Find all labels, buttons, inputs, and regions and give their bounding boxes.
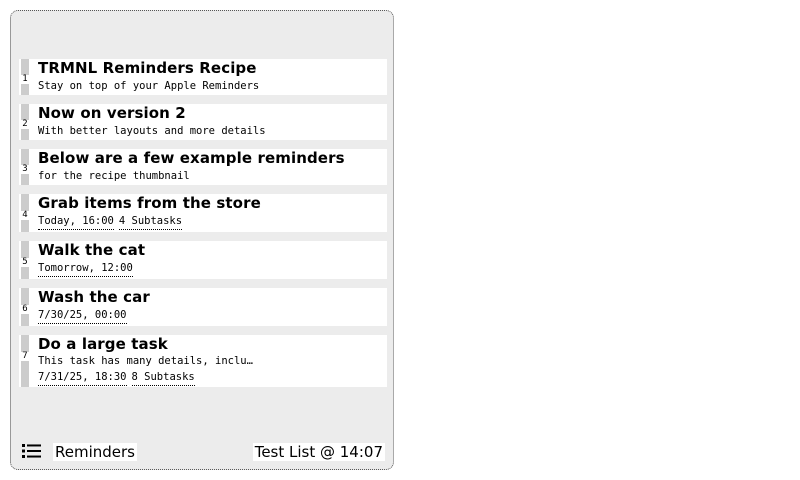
reminder-item[interactable]: 7 Do a large task This task has many det… xyxy=(19,335,387,387)
reminder-item[interactable]: 4 Grab items from the store Today, 16:00… xyxy=(19,194,387,232)
index-marker xyxy=(21,335,29,387)
reminder-index: 4 xyxy=(21,210,29,220)
reminder-item[interactable]: 1 TRMNL Reminders Recipe Stay on top of … xyxy=(19,59,387,95)
reminder-title: Walk the cat xyxy=(38,241,146,259)
reminder-notes: Stay on top of your Apple Reminders xyxy=(38,80,260,92)
screen: 1 TRMNL Reminders Recipe Stay on top of … xyxy=(0,0,800,480)
reminder-title: Do a large task xyxy=(38,335,168,353)
reminder-item[interactable]: 3 Below are a few example reminders for … xyxy=(19,149,387,185)
due-date-tag: Tomorrow, 12:00 xyxy=(38,262,133,277)
subtasks-tag: 4 Subtasks xyxy=(118,215,183,230)
reminder-tags: Today, 16:00 4 Subtasks xyxy=(38,215,187,230)
reminder-tags: Tomorrow, 12:00 xyxy=(38,262,138,277)
reminder-item[interactable]: 5 Walk the cat Tomorrow, 12:00 xyxy=(19,241,387,279)
reminder-notes: With better layouts and more details xyxy=(38,125,266,137)
title-bar: Reminders Test List @ 14:07 xyxy=(11,437,393,469)
list-and-time: Test List @ 14:07 xyxy=(252,443,385,461)
reminder-item[interactable]: 2 Now on version 2 With better layouts a… xyxy=(19,104,387,140)
list-icon xyxy=(22,444,41,458)
reminder-index: 2 xyxy=(21,119,29,129)
due-date-tag: Today, 16:00 xyxy=(38,215,114,230)
due-date-tag: 7/31/25, 18:30 xyxy=(38,371,127,386)
reminder-title: TRMNL Reminders Recipe xyxy=(38,59,257,77)
reminder-item[interactable]: 6 Wash the car 7/30/25, 00:00 xyxy=(19,288,387,326)
reminder-notes: for the recipe thumbnail xyxy=(38,170,190,182)
reminder-index: 3 xyxy=(21,164,29,174)
reminder-title: Grab items from the store xyxy=(38,194,261,212)
reminder-tags: 7/31/25, 18:30 8 Subtasks xyxy=(38,371,200,386)
reminder-title: Wash the car xyxy=(38,288,150,306)
reminder-index: 1 xyxy=(21,74,29,84)
reminder-title: Now on version 2 xyxy=(38,104,186,122)
reminder-title: Below are a few example reminders xyxy=(38,149,345,167)
reminder-index: 7 xyxy=(21,351,29,361)
reminder-index: 5 xyxy=(21,257,29,267)
reminder-index: 6 xyxy=(21,304,29,314)
reminder-notes: This task has many details, inclu… xyxy=(38,355,253,367)
app-name: Reminders xyxy=(53,443,137,461)
reminders-widget: 1 TRMNL Reminders Recipe Stay on top of … xyxy=(10,10,394,470)
due-date-tag: 7/30/25, 00:00 xyxy=(38,309,127,324)
subtasks-tag: 8 Subtasks xyxy=(131,371,195,386)
reminder-tags: 7/30/25, 00:00 xyxy=(38,309,132,324)
